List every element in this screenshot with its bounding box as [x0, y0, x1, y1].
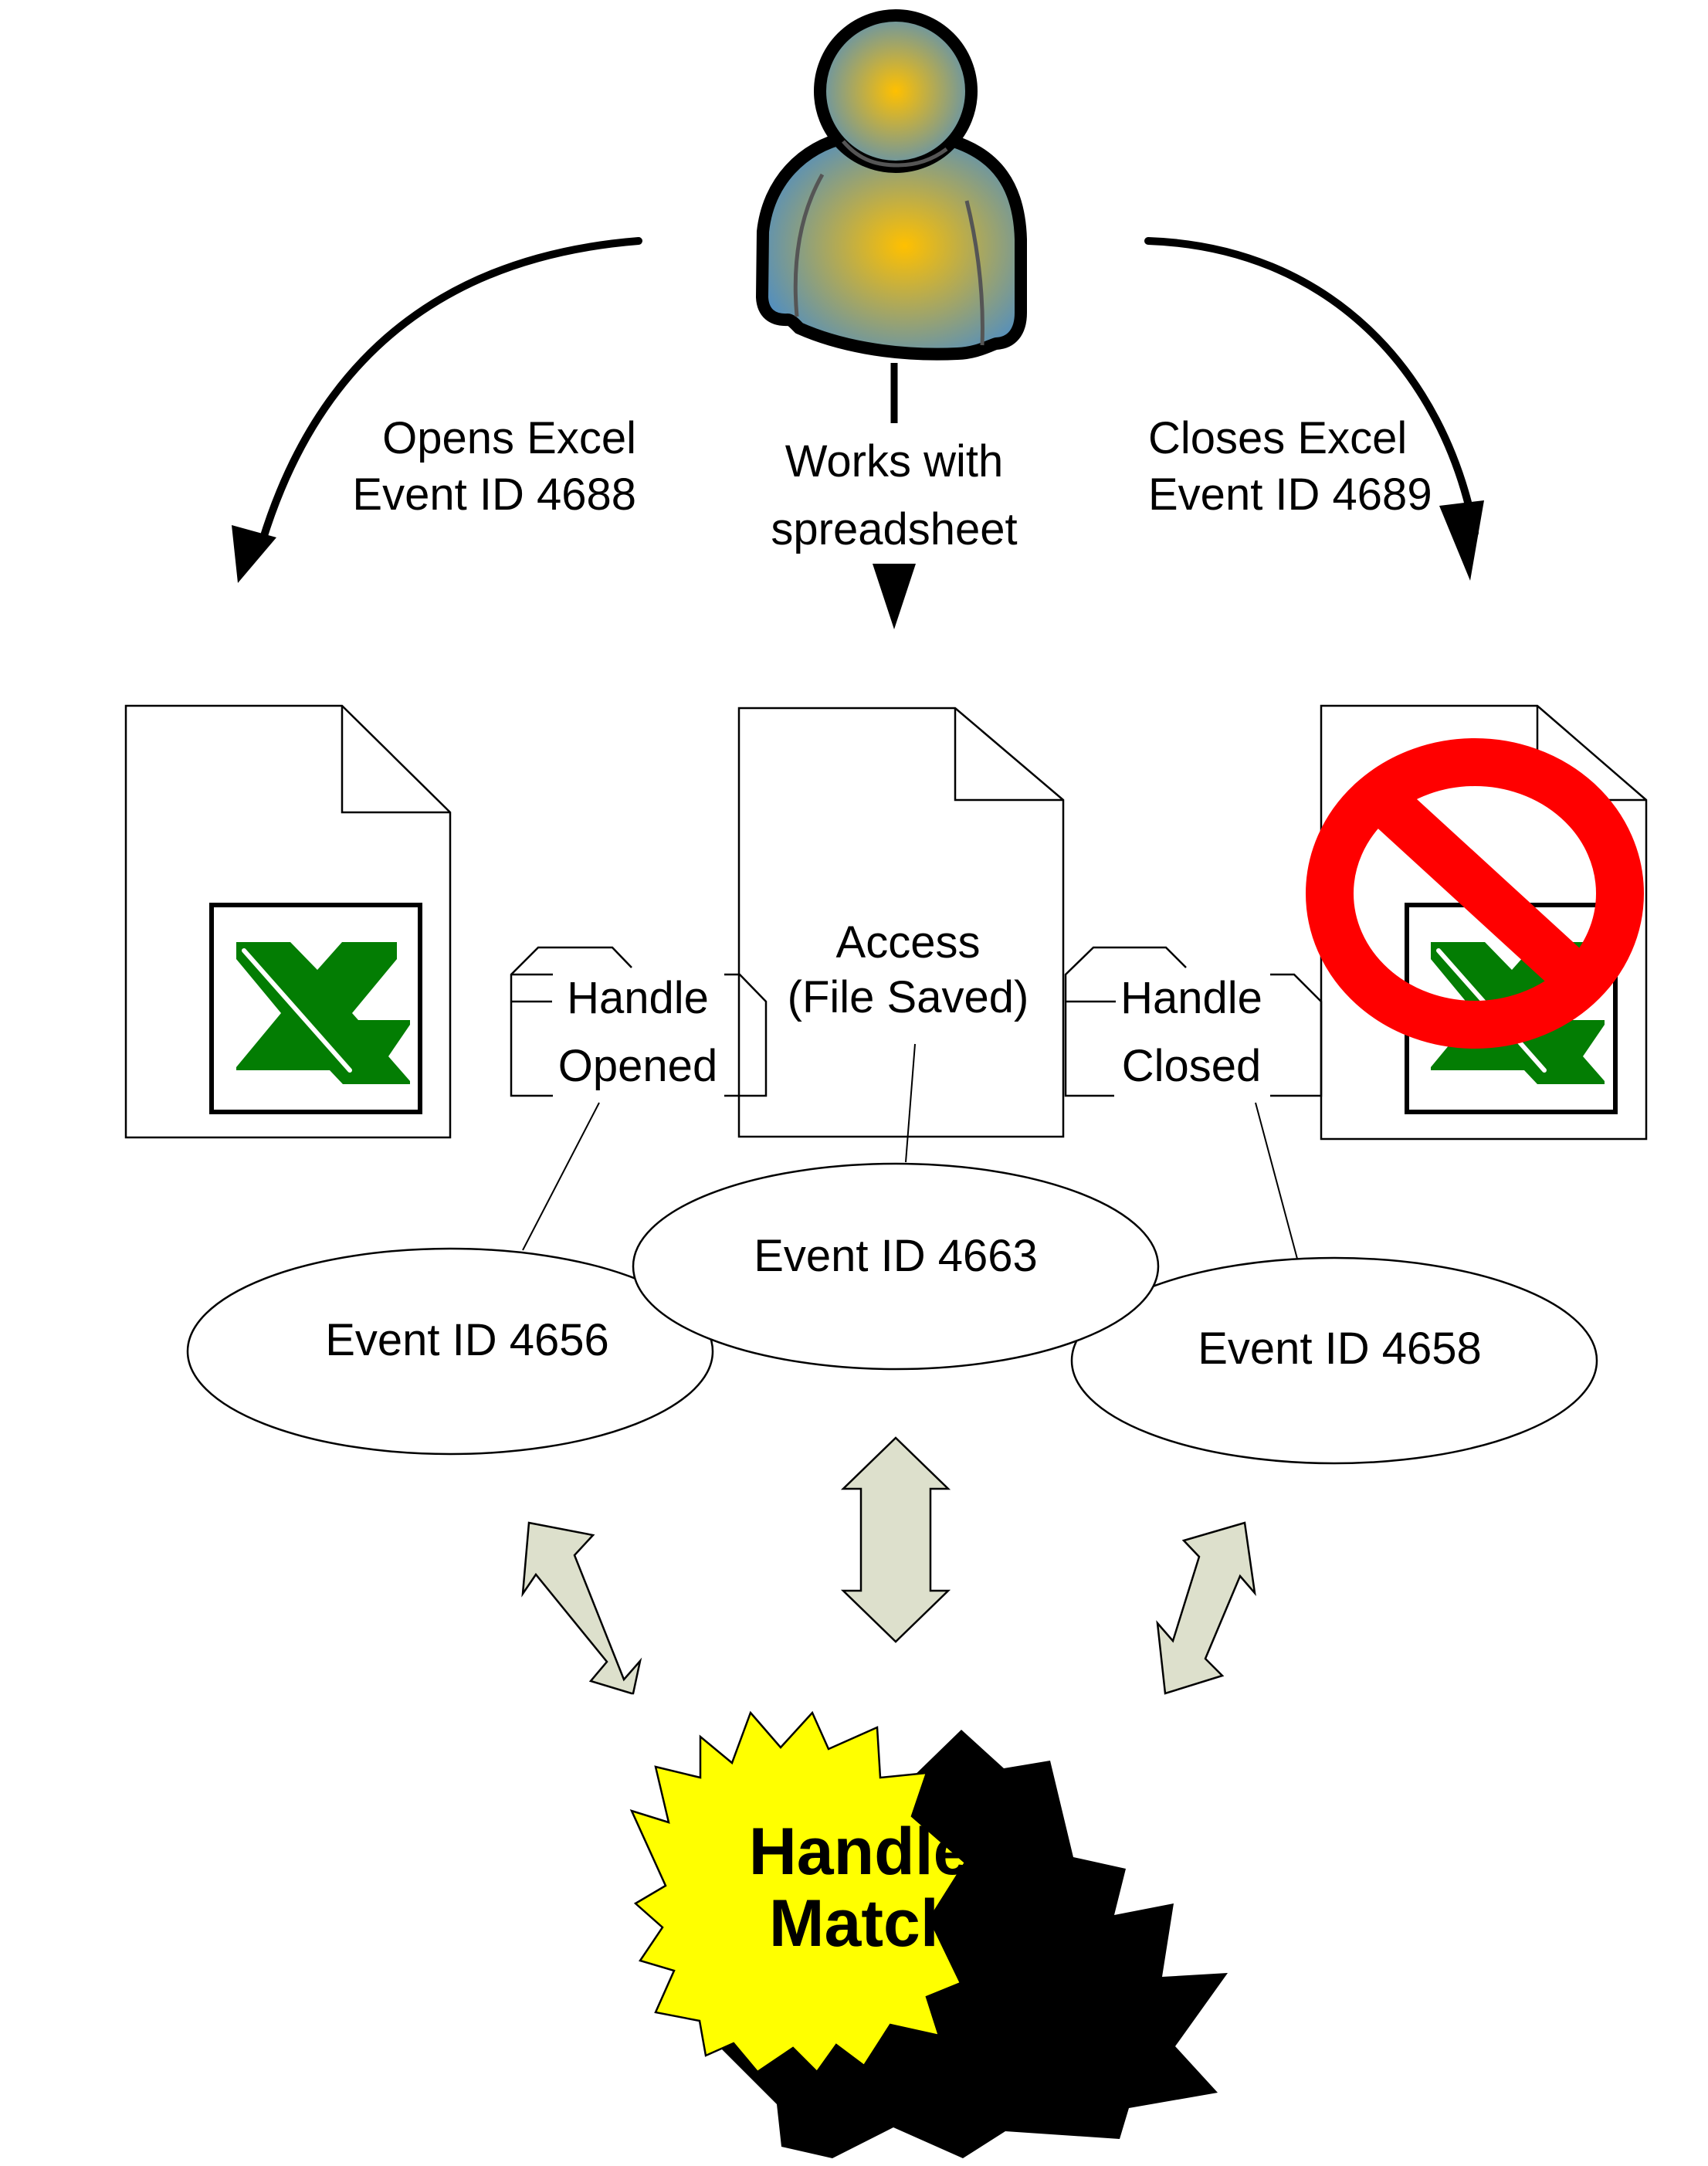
work-text-1: Works with: [785, 436, 1004, 486]
open-excel-text: Opens Excel: [382, 413, 636, 463]
open-excel-label: Opens Excel Event ID 4688: [352, 413, 636, 520]
close-excel-text: Closes Excel: [1148, 413, 1407, 463]
accessed-document: Access (File Saved): [737, 707, 1065, 1138]
event-4656-label: Event ID 4656: [325, 1315, 609, 1365]
close-excel-label: Closes Excel Event ID 4689: [1148, 413, 1432, 520]
handle-id-label: Handle ID: [749, 1815, 1056, 1889]
close-event-id: Event ID 4689: [1148, 469, 1432, 520]
handle-closed-callout: Handle Closed: [1064, 946, 1323, 1097]
close-excel-arrow: [1144, 237, 1484, 581]
event-4658-label: Event ID 4658: [1198, 1324, 1482, 1374]
closed-document: [1306, 704, 1648, 1141]
work-label: Works with spreadsheet: [771, 436, 1017, 554]
handle-opened-callout: Handle Opened: [510, 946, 768, 1097]
handle-opened-line1: Handle: [567, 973, 709, 1023]
double-arrow-right: [1156, 1521, 1256, 1695]
handle-id-matches-burst: Handle ID Matches: [629, 1710, 1228, 2158]
handle-closed-line2: Closed: [1122, 1041, 1262, 1091]
handle-opened-line2: Opened: [558, 1041, 717, 1091]
user-icon: [756, 9, 1027, 423]
handle-closed-line1: Handle: [1120, 973, 1262, 1023]
opened-document: [124, 704, 452, 1139]
work-text-2: spreadsheet: [771, 504, 1017, 554]
open-event-id: Event ID 4688: [352, 469, 636, 520]
work-arrow: [873, 564, 916, 629]
event-4656-node: Event ID 4656: [186, 1247, 714, 1456]
matches-label: Matches: [769, 1886, 1035, 1961]
file-saved-label: (File Saved): [788, 972, 1029, 1022]
diagram-canvas: Opens Excel Event ID 4688 Works with spr…: [124, 9, 1648, 2158]
double-arrow-left: [521, 1521, 642, 1695]
open-excel-arrow: [232, 237, 642, 583]
double-arrow-center: [840, 1436, 951, 1643]
event-4663-node: Event ID 4663: [632, 1162, 1160, 1371]
event-4663-label: Event ID 4663: [754, 1231, 1038, 1281]
access-label: Access: [836, 917, 981, 968]
